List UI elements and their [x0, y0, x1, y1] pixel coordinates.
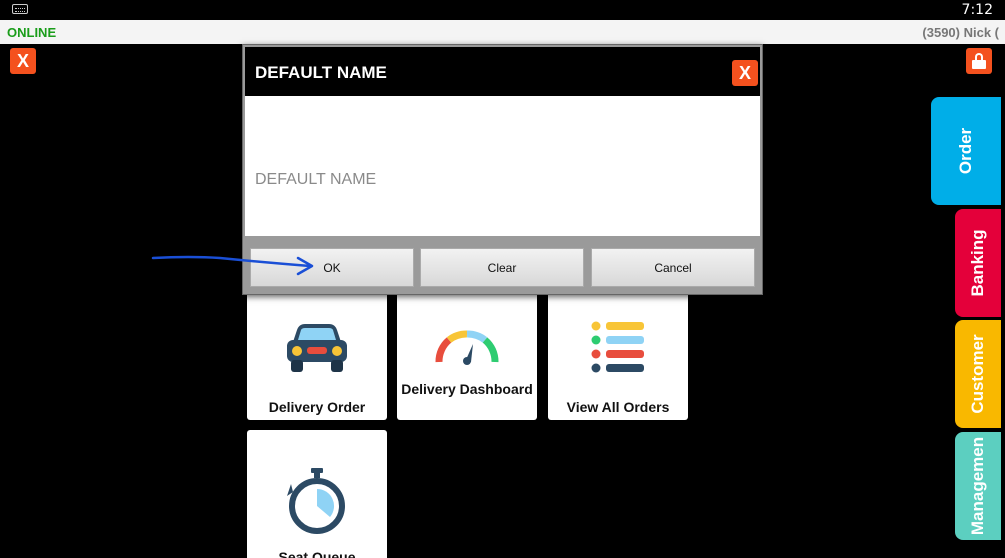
connection-status: ONLINE	[7, 25, 57, 40]
tile-label: View All Orders	[566, 399, 670, 415]
list-icon	[591, 321, 644, 373]
app-root: 7:12 ONLINE (3590) Nick ( X Delivery Ord…	[0, 0, 1005, 558]
stopwatch-icon	[287, 468, 345, 534]
system-status-bar: 7:12	[0, 0, 1005, 20]
lock-icon	[972, 53, 986, 69]
annotation-arrow-icon	[151, 255, 314, 276]
default-name-input[interactable]	[245, 96, 760, 236]
dialog-title: DEFAULT NAME	[255, 63, 387, 82]
dialog-header: DEFAULT NAME X	[245, 47, 760, 96]
current-user: (3590) Nick (	[922, 25, 999, 40]
tab-label: Order	[956, 127, 975, 175]
status-clock: 7:12	[961, 2, 993, 18]
tab-banking[interactable]: Banking	[955, 209, 1001, 317]
default-name-dialog: DEFAULT NAME X OK Clear Cancel	[242, 44, 763, 295]
tile-delivery-dashboard[interactable]: Delivery Dashboard	[397, 290, 537, 420]
tile-view-all-orders[interactable]: View All Orders	[548, 290, 688, 420]
tile-label: Delivery Order	[268, 399, 366, 415]
lock-button[interactable]	[966, 48, 992, 74]
tab-customer[interactable]: Customer	[955, 320, 1001, 428]
cancel-button[interactable]: Cancel	[591, 248, 755, 287]
keyboard-icon	[12, 4, 28, 14]
dialog-body	[245, 96, 760, 236]
tile-delivery-order[interactable]: Delivery Order	[247, 290, 387, 420]
gauge-icon	[435, 330, 499, 365]
close-icon: X	[738, 62, 751, 83]
tile-seat-queue[interactable]: Seat Queue	[247, 430, 387, 558]
close-icon: X	[16, 50, 29, 71]
exit-button[interactable]: X	[10, 48, 36, 74]
tab-order[interactable]: Order	[931, 97, 1001, 205]
tab-label: Customer	[968, 334, 987, 414]
tab-management[interactable]: Managemen	[955, 432, 1001, 540]
tab-label: Banking	[968, 229, 987, 297]
tab-label: Managemen	[968, 436, 987, 536]
tile-label: Delivery Dashboard	[401, 381, 533, 397]
tile-label: Seat Queue	[278, 549, 356, 558]
dialog-close-button[interactable]: X	[732, 60, 758, 86]
clear-button[interactable]: Clear	[420, 248, 584, 287]
connection-bar: ONLINE (3590) Nick (	[0, 20, 1005, 44]
car-icon	[287, 324, 347, 372]
